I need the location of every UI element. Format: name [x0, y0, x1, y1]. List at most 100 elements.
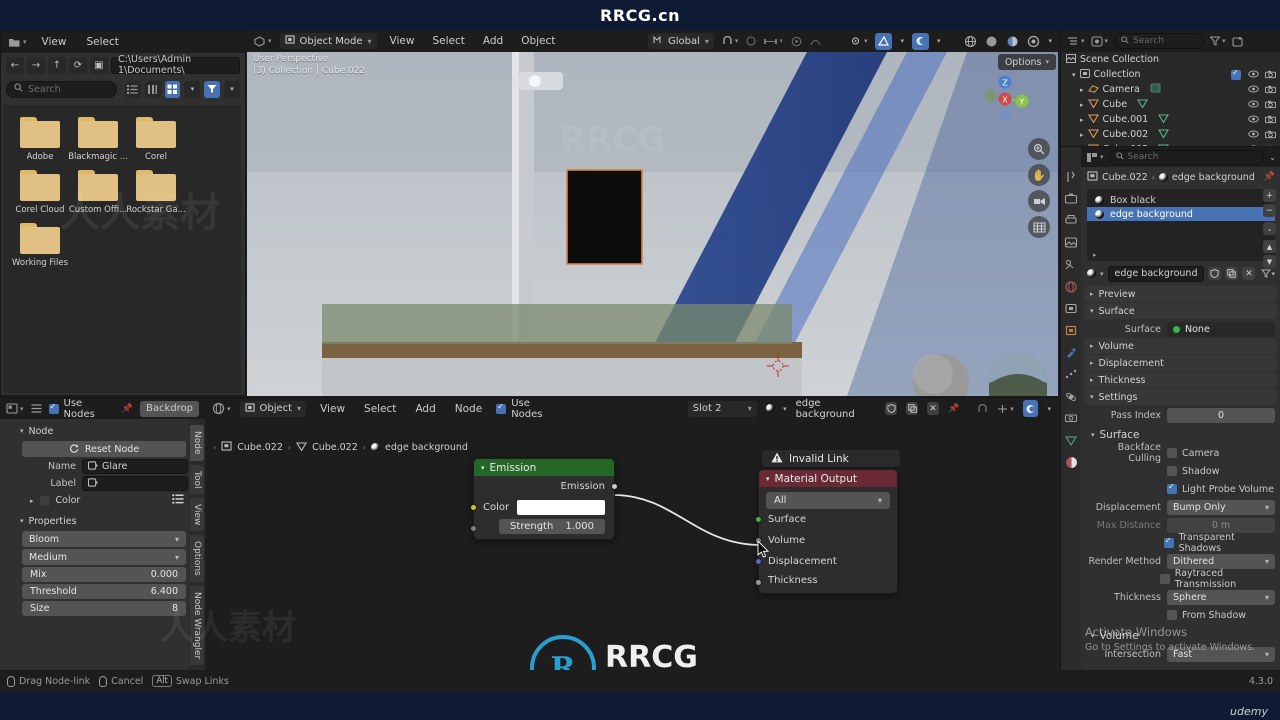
filter-dropdown-icon[interactable]: ▾: [224, 80, 240, 98]
viewport-scene-render[interactable]: User Perspective (3) Collection | Cube.0…: [247, 52, 1058, 396]
outliner-row-scene-collection[interactable]: Scene Collection: [1061, 52, 1280, 67]
section-preview[interactable]: ▸ Preview: [1085, 286, 1277, 302]
viewport-overlay-dot-icon[interactable]: [791, 36, 802, 47]
disclosure-triangle-icon[interactable]: ▾: [1072, 71, 1076, 79]
node-overlay-icon[interactable]: [1022, 400, 1039, 417]
proportional-editing-icon[interactable]: [746, 36, 757, 46]
viewport-menu-object[interactable]: Object: [516, 35, 560, 47]
show-gizmo-icon[interactable]: ▾: [849, 36, 867, 46]
color-presets-icon[interactable]: [172, 494, 184, 507]
file-item[interactable]: Rockstar Ga...: [126, 170, 186, 215]
file-menu-view[interactable]: View: [37, 36, 72, 48]
tab-modifiers-icon[interactable]: [1064, 345, 1079, 360]
tab-particles-icon[interactable]: [1064, 367, 1079, 382]
tab-scene-icon[interactable]: [1064, 257, 1079, 272]
node-output-emission[interactable]: Emission: [474, 476, 618, 497]
eye-icon[interactable]: [1248, 130, 1259, 140]
mesh-data-icon[interactable]: [1158, 113, 1170, 126]
output-socket-dot[interactable]: [611, 483, 618, 490]
node-input-thickness[interactable]: Thickness: [755, 572, 897, 593]
display-mode-list-long-icon[interactable]: [144, 80, 161, 98]
pin-icon[interactable]: 📌: [948, 404, 959, 414]
breadcrumb-object[interactable]: Cube.022: [1102, 172, 1148, 183]
editor-type-icon[interactable]: ▾: [8, 37, 27, 48]
tab-view-layer-icon[interactable]: [1064, 235, 1079, 250]
settings-surface-subpanel[interactable]: ▾ Surface: [1087, 426, 1280, 443]
tab-object-constraints-icon[interactable]: [1064, 411, 1079, 426]
use-nodes-checkbox[interactable]: Use Nodes: [496, 398, 559, 420]
disclosure-triangle-icon[interactable]: ▸: [1080, 101, 1084, 109]
display-mode-scenes-icon[interactable]: ▾: [1090, 35, 1108, 47]
node-header[interactable]: ▾ Material Output: [759, 470, 897, 487]
pan-tool-icon[interactable]: ✋: [1028, 164, 1050, 186]
show-overlays-icon[interactable]: [875, 32, 893, 50]
mesh-data-icon[interactable]: [1137, 98, 1149, 111]
remove-material-slot-button[interactable]: −: [1263, 204, 1276, 217]
threshold-slider[interactable]: Threshold 6.400: [22, 584, 186, 599]
node-menu-view[interactable]: View: [315, 403, 350, 415]
eye-icon[interactable]: [1248, 70, 1259, 80]
back-icon[interactable]: ←: [6, 56, 24, 74]
file-item[interactable]: Adobe: [11, 117, 69, 162]
camera-render-icon[interactable]: [1265, 130, 1276, 140]
output-target-dropdown[interactable]: All ▾: [766, 492, 890, 509]
shading-material-preview-icon[interactable]: [1006, 35, 1019, 48]
material-browse-icon[interactable]: [765, 404, 775, 413]
viewport-options-popover-button[interactable]: Options ▾: [997, 54, 1056, 70]
viewport-menu-view[interactable]: View: [385, 35, 420, 47]
section-displacement[interactable]: ▸ Displacement: [1085, 355, 1277, 371]
node-header[interactable]: ▾ Emission: [474, 459, 614, 476]
glare-quality-dropdown[interactable]: Medium ▾: [22, 549, 186, 565]
use-nodes-checkbox-left[interactable]: Use Nodes: [48, 398, 115, 420]
hamburger-menu-icon[interactable]: [31, 404, 42, 413]
surface-shader-value[interactable]: None: [1167, 321, 1275, 337]
filter-icon[interactable]: [204, 80, 221, 98]
unlink-material-x-icon[interactable]: ✕: [1242, 267, 1256, 280]
file-menu-select[interactable]: Select: [81, 36, 123, 48]
camera-view-icon[interactable]: [1028, 190, 1050, 212]
section-surface[interactable]: ▾ Surface: [1085, 303, 1277, 319]
input-socket-dot[interactable]: [755, 579, 762, 586]
collection-checkbox[interactable]: [1231, 68, 1241, 80]
camera-render-icon[interactable]: [1265, 70, 1276, 80]
backface-camera-checkbox[interactable]: Camera: [1167, 448, 1219, 459]
breadcrumb-material[interactable]: edge background: [1172, 172, 1255, 183]
properties-panel-header[interactable]: ▾ Properties: [20, 513, 188, 529]
mix-slider[interactable]: Mix 0.000: [22, 567, 186, 582]
outliner-row-cube[interactable]: ▸ Cube: [1061, 97, 1280, 112]
editor-type-properties-icon[interactable]: ▾: [1086, 152, 1104, 163]
node-menu-select[interactable]: Select: [359, 403, 401, 415]
outliner-row-cube-002[interactable]: ▸ Cube.002: [1061, 127, 1280, 142]
properties-search-input[interactable]: Search: [1108, 149, 1265, 165]
node-input-color[interactable]: Color: [470, 497, 614, 518]
file-item[interactable]: Corel Cloud: [11, 170, 69, 215]
slot-list-grip[interactable]: ▸: [1093, 251, 1097, 259]
disclosure-triangle-icon[interactable]: ▸: [1080, 131, 1084, 139]
eye-icon[interactable]: [1248, 85, 1259, 95]
snap-node-icon[interactable]: [977, 403, 988, 414]
move-slot-down-button[interactable]: ▼: [1263, 255, 1276, 268]
tab-tool-icon[interactable]: [1064, 169, 1079, 184]
raytraced-transmission-checkbox[interactable]: Raytraced Transmission: [1159, 568, 1275, 590]
tab-object-icon[interactable]: [1064, 323, 1079, 338]
shading-wireframe-icon[interactable]: [964, 35, 977, 48]
tab-material-icon[interactable]: [1064, 455, 1079, 470]
input-socket-dot[interactable]: [755, 516, 762, 523]
tab-object-data-icon[interactable]: [1064, 433, 1079, 448]
section-thickness[interactable]: ▸ Thickness: [1085, 372, 1277, 388]
camera-render-icon[interactable]: [1265, 115, 1276, 125]
backface-shadow-checkbox[interactable]: Shadow: [1167, 466, 1220, 477]
file-item[interactable]: Custom Offi...: [69, 170, 127, 215]
material-browse-chevron-icon[interactable]: ▾: [1100, 270, 1104, 278]
transform-orientation-dropdown[interactable]: Global ▾: [647, 33, 714, 49]
path-field[interactable]: C:\Users\Admin 1\Documents\: [111, 54, 240, 76]
file-item[interactable]: Blackmagic ...: [68, 117, 128, 162]
fake-user-shield-icon[interactable]: [885, 402, 898, 415]
node-panel-header[interactable]: ▾ Node: [20, 423, 188, 439]
displacement-dropdown[interactable]: Bump Only ▾: [1167, 499, 1275, 515]
node-input-displacement[interactable]: Displacement: [755, 551, 897, 572]
camera-render-icon[interactable]: [1265, 100, 1276, 110]
shader-type-dropdown[interactable]: Object ▾: [239, 400, 307, 417]
color-swatch[interactable]: [517, 500, 605, 515]
input-socket-dot[interactable]: [470, 525, 477, 532]
